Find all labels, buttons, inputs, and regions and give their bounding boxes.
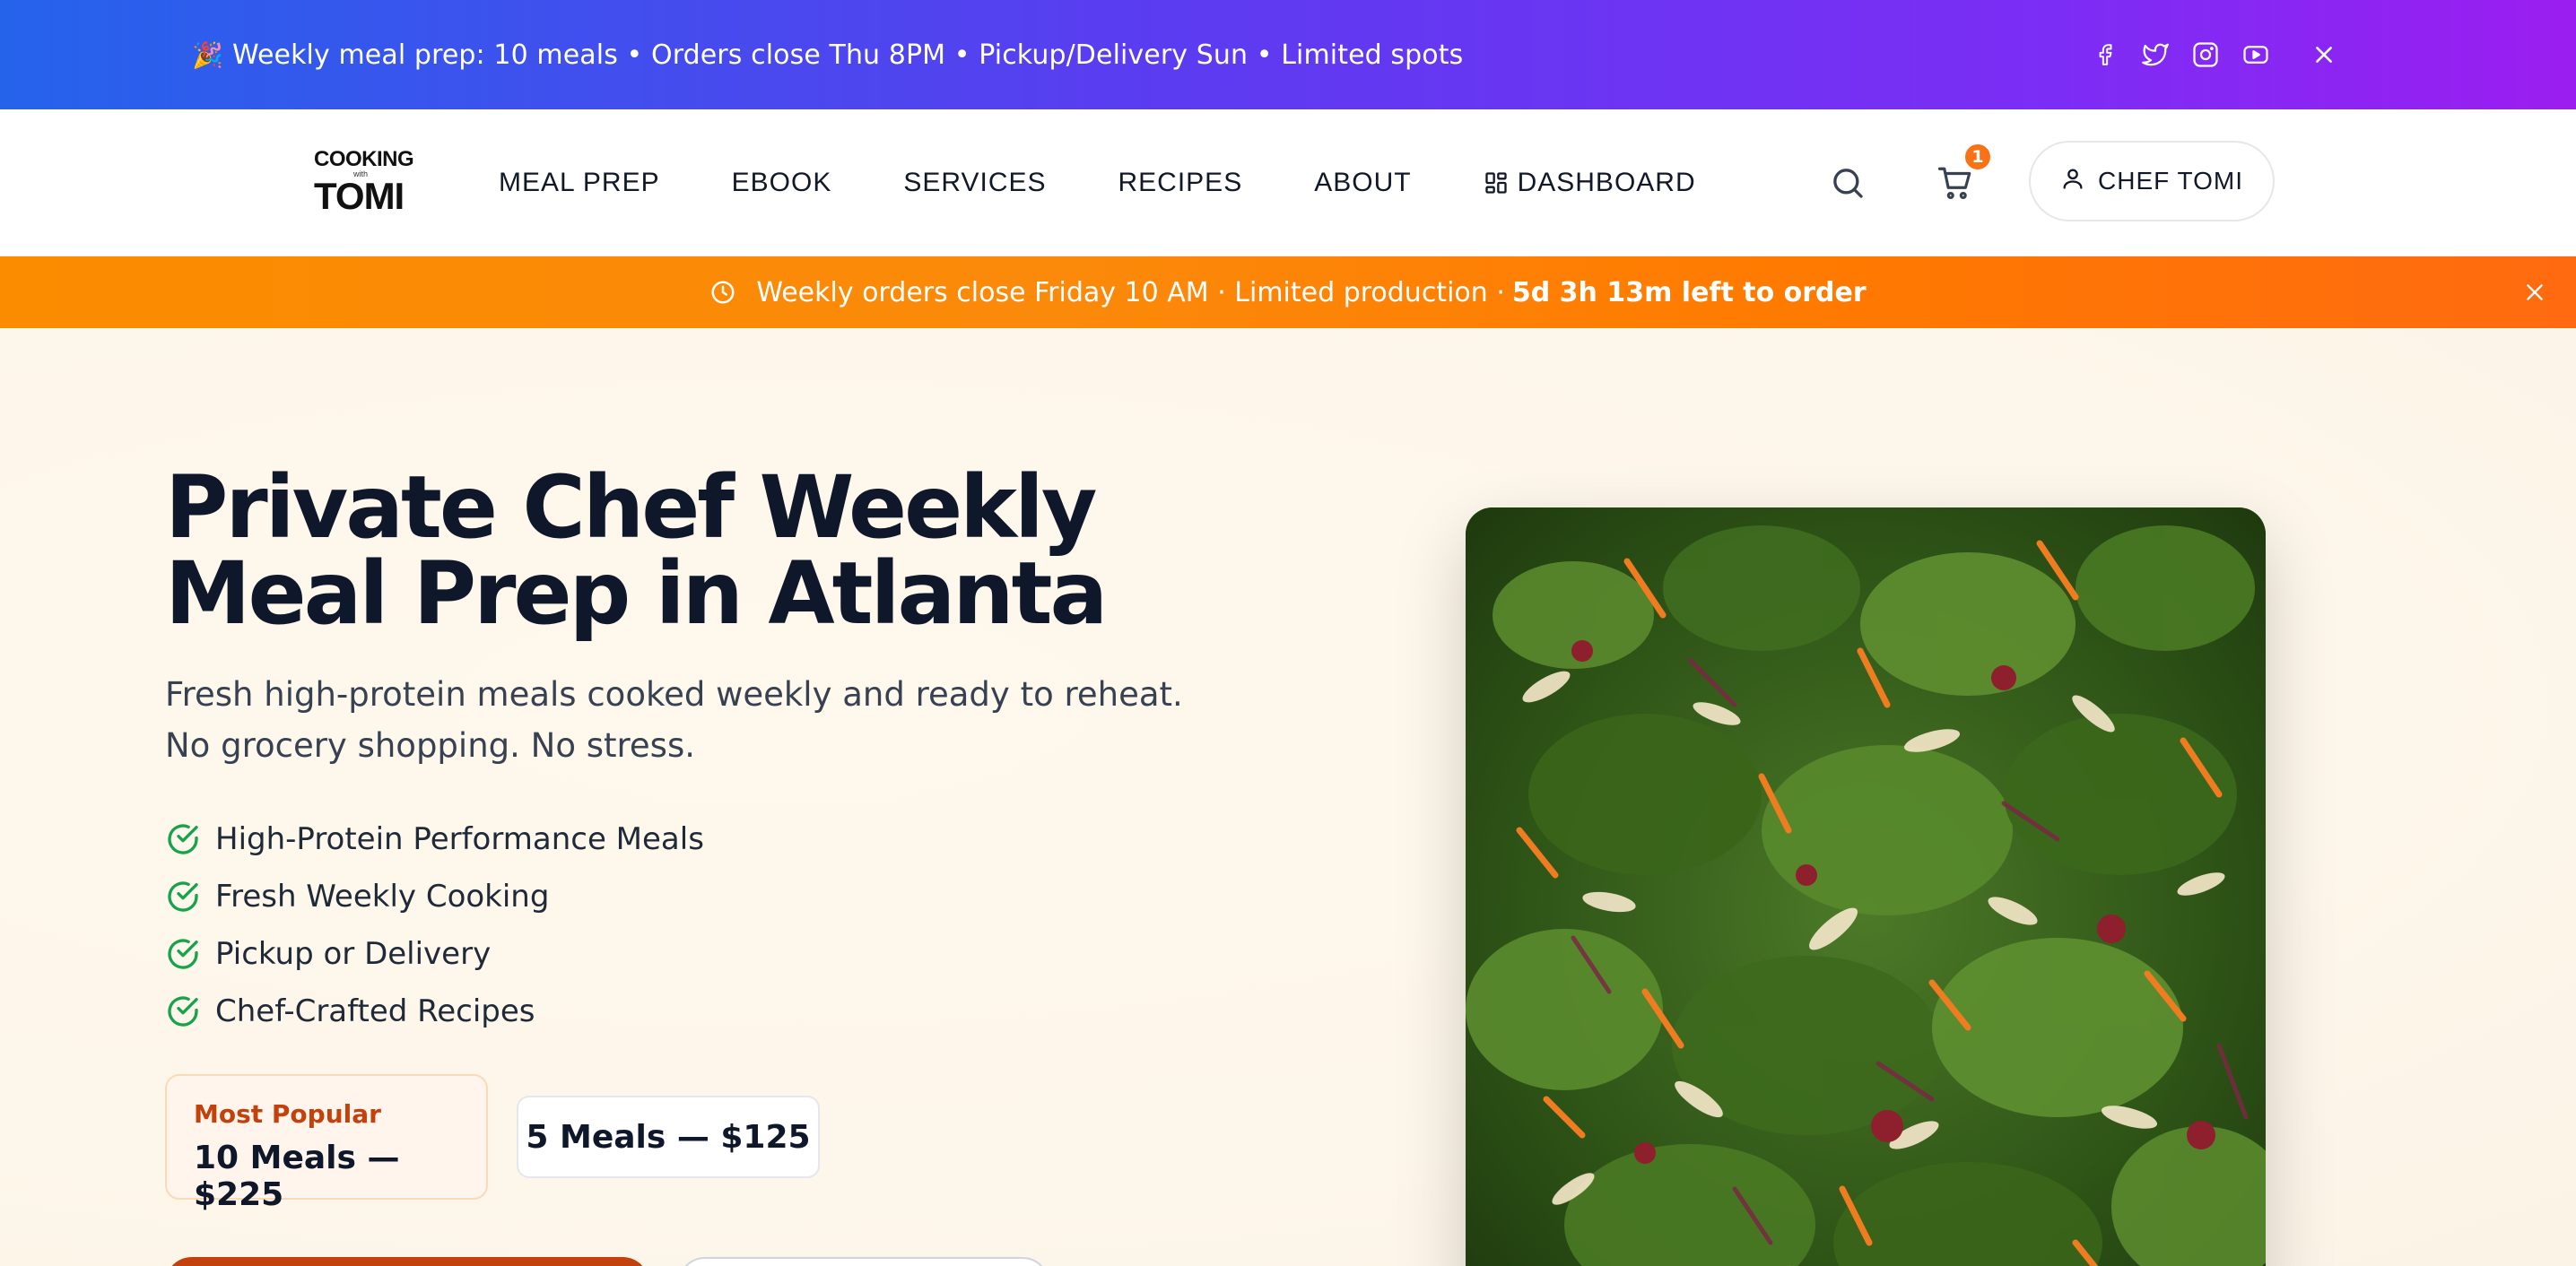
feature-label: Pickup or Delivery — [215, 936, 492, 972]
cart-count-badge: 1 — [1962, 142, 1993, 172]
primary-cta-button[interactable] — [165, 1257, 649, 1266]
feature-item: Chef-Crafted Recipes — [165, 983, 704, 1040]
nav-meal-prep[interactable]: MEAL PREP — [499, 168, 660, 198]
feature-list: High-Protein Performance Meals Fresh Wee… — [165, 811, 704, 1040]
plan-5-meals-price: 5 Meals — $125 — [526, 1118, 811, 1156]
hero-title-line-2: Meal Prep in Atlanta — [165, 543, 1108, 644]
feature-item: High-Protein Performance Meals — [165, 811, 704, 868]
promo-bar: 🎉 Weekly meal prep: 10 meals • Orders cl… — [0, 0, 2576, 109]
check-circle-icon — [165, 821, 201, 857]
facebook-icon[interactable] — [2090, 39, 2120, 70]
plan-5-meals-option[interactable]: 5 Meals — $125 — [517, 1096, 820, 1178]
hero-title: Private Chef Weekly Meal Prep in Atlanta — [165, 464, 1331, 637]
feature-item: Pickup or Delivery — [165, 925, 704, 983]
check-circle-icon — [165, 993, 201, 1029]
promo-message: 🎉 Weekly meal prep: 10 meals • Orders cl… — [192, 0, 1463, 109]
dashboard-grid-icon — [1484, 170, 1509, 195]
feature-label: Fresh Weekly Cooking — [215, 879, 550, 915]
nav-ebook[interactable]: EBOOK — [732, 168, 832, 198]
twitter-icon[interactable] — [2140, 39, 2171, 70]
most-popular-tag: Most Popular — [194, 1099, 381, 1129]
logo-line-3: TOMI — [314, 175, 405, 217]
feature-label: High-Protein Performance Meals — [215, 821, 704, 857]
main-nav: MEAL PREP EBOOK SERVICES RECIPES ABOUT D… — [499, 109, 1768, 256]
check-circle-icon — [165, 936, 201, 972]
party-emoji-icon: 🎉 — [192, 39, 223, 70]
hero-section: Private Chef Weekly Meal Prep in Atlanta… — [0, 328, 2576, 1266]
nav-services[interactable]: SERVICES — [903, 168, 1046, 198]
plan-10-meals-option[interactable]: Most Popular 10 Meals — $225 — [165, 1074, 488, 1213]
promo-text: Weekly meal prep: 10 meals • Orders clos… — [231, 39, 1464, 71]
countdown-time-left: 5d 3h 13m left to order — [1511, 276, 1867, 308]
site-logo[interactable]: COOKING with TOMI — [314, 147, 414, 217]
social-links — [2090, 0, 2271, 109]
check-circle-icon — [165, 879, 201, 915]
promo-close-icon[interactable] — [2305, 36, 2343, 74]
nav-dashboard-label: DASHBOARD — [1517, 168, 1696, 197]
plan-10-meals-price: 10 Meals — $225 — [194, 1140, 400, 1213]
instagram-icon[interactable] — [2190, 39, 2221, 70]
search-icon[interactable] — [1828, 163, 1867, 203]
order-countdown-bar: Weekly orders close Friday 10 AM · Limit… — [0, 256, 2576, 328]
hero-subtitle-line-2: No grocery shopping. No stress. — [165, 726, 695, 765]
feature-label: Chef-Crafted Recipes — [215, 993, 535, 1029]
account-label: CHEF TOMI — [2098, 167, 2243, 195]
logo-line-1: COOKING — [314, 147, 414, 171]
clock-icon — [709, 279, 736, 306]
nav-dashboard[interactable]: DASHBOARD — [1484, 168, 1696, 198]
countdown-close-icon[interactable] — [2517, 274, 2553, 310]
nav-about[interactable]: ABOUT — [1314, 168, 1411, 198]
kale-salad-photo — [1466, 507, 2266, 1266]
youtube-icon[interactable] — [2241, 39, 2271, 70]
feature-item: Fresh Weekly Cooking — [165, 868, 704, 925]
hero-subtitle: Fresh high-protein meals cooked weekly a… — [165, 669, 1241, 771]
account-button[interactable]: CHEF TOMI — [2029, 141, 2275, 221]
hero-subtitle-line-1: Fresh high-protein meals cooked weekly a… — [165, 675, 1183, 714]
nav-recipes[interactable]: RECIPES — [1118, 168, 1243, 198]
secondary-cta-button[interactable] — [678, 1257, 1049, 1266]
user-icon — [2060, 166, 2085, 197]
countdown-text: Weekly orders close Friday 10 AM · Limit… — [756, 276, 1505, 308]
